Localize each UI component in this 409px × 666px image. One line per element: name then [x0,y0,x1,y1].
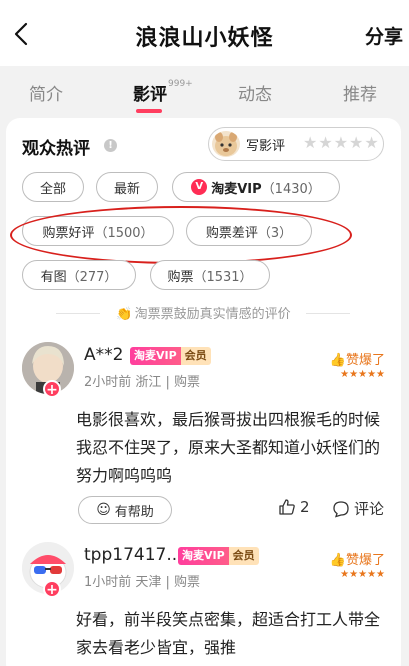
thumbs-up-outline-icon [279,499,295,515]
rating-label: 👍赞爆了 [330,549,385,568]
filter-bought-label: 购票 [167,269,194,285]
encourage-text: 淘票票鼓励真实情感的评价 [134,307,291,322]
follow-plus-icon[interactable]: + [43,380,61,398]
write-review-label: 写影评 [246,139,286,154]
empty-rating-stars[interactable]: ★★★★★ [303,133,380,152]
vip-icon: V [191,179,208,195]
rating-label: 👍赞爆了 [330,349,385,368]
smile-icon: ☺ [96,502,111,518]
filter-newest-label: 最新 [113,181,140,197]
tab-dynamics-label: 动态 [238,85,272,105]
review-text[interactable]: 电影很喜欢，最后猴哥拔出四根猴毛的时候我忍不住哭了，原来大圣都知道小妖怪们的努力… [76,406,386,490]
comment-button[interactable]: 评论 [332,498,384,519]
tab-recommend-label: 推荐 [343,85,377,105]
tab-reviews[interactable]: 影评999+ [133,79,193,105]
user-avatar [212,131,240,157]
filter-all[interactable]: 全部 [22,172,84,202]
active-tab-indicator [136,109,162,113]
member-badge-label: 会员 [180,347,211,365]
rating-stars: ★★★★★ [340,369,385,380]
helpful-label: 有帮助 [114,504,154,520]
filter-purchased[interactable]: 购票 （1531） [150,260,270,290]
review-username[interactable]: tpp17417... [84,545,183,565]
filter-vip[interactable]: V 淘麦VIP （1430） [172,172,340,202]
comment-label: 评论 [354,500,385,518]
review-text[interactable]: 好看，前半段笑点密集，超适合打工人带全家去看老少皆宜，强推 [76,606,386,662]
tab-intro[interactable]: 简介 [29,80,63,105]
tab-intro-label: 简介 [29,85,63,105]
thumbs-up-icon: 👍 [329,353,346,368]
helpful-button[interactable]: ☺ 有帮助 [78,496,172,524]
filter-pics-count: （277） [66,269,118,285]
reviews-card: 观众热评 ! 写影评 ★★★★★ 全部 最新 V 淘麦VIP （1430） 购票… [6,118,401,666]
filter-vip-label: 淘麦VIP [211,181,262,197]
member-badge-label: 会员 [228,547,259,565]
clap-icon: 👏 [116,307,133,322]
vip-member-badge: 淘麦VIP 会员 [178,547,259,565]
review-username[interactable]: A**2 [84,345,123,365]
vip-badge-label: 淘麦VIP [130,347,181,365]
highlight-annotation-oval [10,206,352,264]
top-bar: 浪浪山小妖怪 分享 [0,0,409,66]
thumbs-up-icon: 👍 [329,553,346,568]
comment-icon [333,500,349,517]
review-meta: 2小时前 浙江 | 购票 [84,375,201,390]
info-icon[interactable]: ! [104,139,117,152]
like-button[interactable]: 2 [278,498,310,516]
filter-bought-count: （1531） [193,269,253,285]
divider-right [306,313,350,314]
filter-with-pictures[interactable]: 有图 （277） [22,260,136,290]
review-meta: 1小时前 天津 | 购票 [84,575,201,590]
filter-vip-count: （1430） [261,181,321,197]
follow-plus-icon[interactable]: + [43,580,61,598]
section-title: 观众热评 [22,139,90,159]
filter-pics-label: 有图 [40,269,67,285]
filter-newest[interactable]: 最新 [96,172,158,202]
like-count: 2 [300,498,310,516]
page-title: 浪浪山小妖怪 [135,26,274,51]
rating-text: 赞爆了 [345,353,385,368]
tab-recommend[interactable]: 推荐 [343,80,377,105]
filter-all-label: 全部 [39,181,66,197]
tab-reviews-badge: 999+ [168,79,193,90]
vip-member-badge: 淘麦VIP 会员 [130,347,211,365]
tab-reviews-label: 影评 [133,85,167,105]
rating-stars: ★★★★★ [340,569,385,580]
vip-badge-label: 淘麦VIP [178,547,229,565]
share-button[interactable]: 分享 [365,22,403,49]
tab-bar: 简介 影评999+ 动态 推荐 [0,66,409,118]
rating-text: 赞爆了 [345,553,385,568]
write-review-button[interactable]: 写影评 ★★★★★ [208,127,384,161]
tab-dynamics[interactable]: 动态 [238,80,272,105]
